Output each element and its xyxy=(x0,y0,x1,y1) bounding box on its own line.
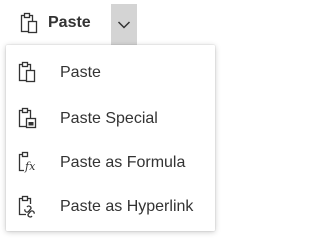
paste-icon xyxy=(16,61,38,85)
paste-button-label: Paste xyxy=(48,14,91,31)
menu-item-label: Paste as Formula xyxy=(60,154,186,171)
paste-hyperlink-icon xyxy=(16,195,38,219)
menu-item-paste-as-formula[interactable]: fx Paste as Formula xyxy=(6,140,215,186)
menu-item-label: Paste Special xyxy=(60,110,158,127)
menu-item-label: Paste xyxy=(60,64,101,81)
paste-special-icon xyxy=(16,107,38,131)
menu-item-paste-as-hyperlink[interactable]: Paste as Hyperlink xyxy=(6,184,215,230)
paste-dropdown-toggle[interactable] xyxy=(111,4,137,45)
chevron-down-icon xyxy=(117,20,131,30)
svg-text:fx: fx xyxy=(24,160,36,173)
menu-item-paste[interactable]: Paste xyxy=(6,50,215,96)
paste-menu: Paste Paste Special fx Paste as Formula xyxy=(6,45,215,231)
paste-button[interactable]: Paste xyxy=(20,7,91,39)
paste-toolbar: Paste xyxy=(0,0,224,45)
menu-item-paste-special[interactable]: Paste Special xyxy=(6,96,215,142)
paste-formula-icon: fx xyxy=(16,151,38,175)
paste-icon xyxy=(20,12,38,34)
menu-item-label: Paste as Hyperlink xyxy=(60,198,194,215)
